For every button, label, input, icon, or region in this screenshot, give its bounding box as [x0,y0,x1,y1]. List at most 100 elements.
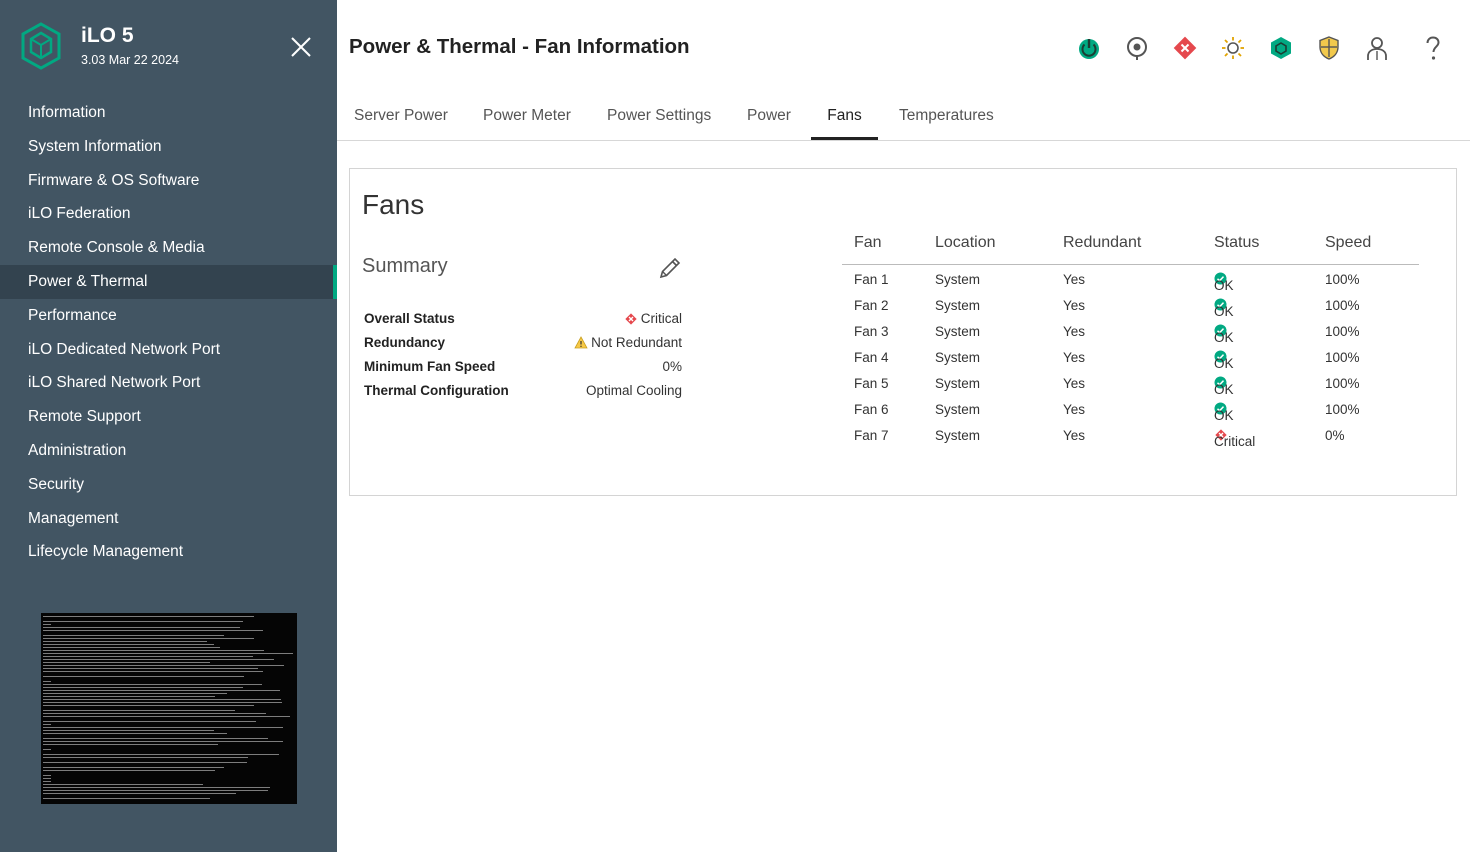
sidebar-nav: Information System Information Firmware … [0,96,337,569]
console-text-line [43,784,203,785]
page-title: Power & Thermal - Fan Information [349,35,690,58]
user-icon[interactable] [1362,33,1392,63]
sidebar-item-firmware-os-software[interactable]: Firmware & OS Software [0,164,337,198]
table-row: Fan 7 System Yes Critical 0% [842,422,1419,449]
console-text-line [43,676,244,677]
fan-status: OK [1214,402,1234,423]
sidebar-item-management[interactable]: Management [0,502,337,536]
security-shield-icon[interactable] [1314,33,1344,63]
sidebar: iLO 5 3.03 Mar 22 2024 Information Syste… [0,0,337,852]
fan-status: Critical [1214,428,1255,449]
console-text-line [43,724,51,725]
console-text-line [43,705,254,706]
table-row: Fan 3 System Yes OK 100% [842,318,1419,345]
tab-fans[interactable]: Fans [811,96,878,140]
remote-console-thumbnail[interactable] [41,613,297,804]
fan-speed: 0% [1325,428,1345,443]
fan-name: Fan 3 [854,324,889,339]
critical-icon [625,312,637,325]
table-row: Fan 1 System Yes OK 100% [842,266,1419,293]
fan-name: Fan 1 [854,272,889,287]
console-text-line [43,754,279,755]
summary-label: Thermal Configuration [364,383,509,398]
fan-status-text: OK [1214,382,1234,397]
fan-name: Fan 6 [854,402,889,417]
fan-location: System [935,272,981,287]
console-text-line [43,762,247,763]
column-header-location[interactable]: Location [935,234,996,252]
console-text-line [43,699,281,700]
tab-power[interactable]: Power [747,96,791,140]
table-row: Fan 6 System Yes OK 100% [842,396,1419,423]
table-row: Fan 4 System Yes OK 100% [842,344,1419,371]
fan-location: System [935,376,981,391]
console-text-line [43,721,256,722]
fan-table-header: Fan Location Redundant Status Speed [842,227,1419,265]
fan-speed: 100% [1325,272,1360,287]
table-row: Fan 5 System Yes OK 100% [842,370,1419,397]
help-icon[interactable] [1418,33,1448,63]
sidebar-item-information[interactable]: Information [0,96,337,130]
sidebar-item-remote-console-media[interactable]: Remote Console & Media [0,231,337,265]
sidebar-item-ilo-federation[interactable]: iLO Federation [0,197,337,231]
fan-redundant: Yes [1063,376,1086,391]
health-critical-icon[interactable] [1170,33,1200,63]
console-text-line [43,727,283,728]
uid-light-icon[interactable] [1218,33,1248,63]
console-text-line [43,690,280,691]
tab-power-settings[interactable]: Power Settings [607,96,711,140]
fan-status-text: OK [1214,278,1234,293]
fan-redundant: Yes [1063,272,1086,287]
summary-value: 0% [662,359,682,374]
sidebar-item-remote-support[interactable]: Remote Support [0,400,337,434]
sidebar-item-power-thermal[interactable]: Power & Thermal [0,264,337,299]
sidebar-item-lifecycle-management[interactable]: Lifecycle Management [0,535,337,569]
column-header-speed[interactable]: Speed [1325,234,1371,252]
console-text-line [43,787,270,788]
table-row: Fan 2 System Yes OK 100% [842,292,1419,319]
column-header-status[interactable]: Status [1214,234,1259,252]
console-text-line [43,733,227,734]
console-text-line [43,647,220,648]
summary-value: Optimal Cooling [585,383,682,398]
fan-status-text: OK [1214,330,1234,345]
fan-speed: 100% [1325,350,1360,365]
console-text-line [43,767,224,768]
column-header-fan[interactable]: Fan [854,234,882,252]
sidebar-item-ilo-dedicated-network-port[interactable]: iLO Dedicated Network Port [0,333,337,367]
tab-server-power[interactable]: Server Power [354,96,448,140]
summary-row-overall-status: Overall Status Critical [364,308,682,332]
fan-status: OK [1214,350,1234,371]
sidebar-item-performance[interactable]: Performance [0,299,337,333]
fan-redundant: Yes [1063,402,1086,417]
console-text-line [43,635,224,636]
summary-label: Minimum Fan Speed [364,359,496,374]
sidebar-item-security[interactable]: Security [0,468,337,502]
edit-pencil-icon[interactable] [657,255,683,281]
fan-redundant: Yes [1063,428,1086,443]
sidebar-item-ilo-shared-network-port[interactable]: iLO Shared Network Port [0,366,337,400]
tab-power-meter[interactable]: Power Meter [483,96,571,140]
column-header-redundant[interactable]: Redundant [1063,234,1141,252]
fan-status-text: OK [1214,356,1234,371]
summary-row-minimum-fan-speed: Minimum Fan Speed 0% [364,356,682,380]
console-text-line [43,687,243,688]
ilo-status-icon[interactable] [1266,33,1296,63]
console-text-line [43,716,290,717]
fan-status: OK [1214,324,1234,345]
console-text-line [43,710,235,711]
power-icon[interactable] [1074,33,1104,63]
fan-status-text: OK [1214,408,1234,423]
console-text-line [43,744,218,745]
location-icon[interactable] [1122,33,1152,63]
console-text-line [43,659,274,660]
tab-temperatures[interactable]: Temperatures [899,96,994,140]
panel-title: Fans [362,189,425,220]
sidebar-item-administration[interactable]: Administration [0,434,337,468]
sidebar-item-system-information[interactable]: System Information [0,130,337,164]
fan-status-text: OK [1214,304,1234,319]
console-text-line [43,741,283,742]
close-icon[interactable] [289,35,313,59]
summary-row-redundancy: Redundancy Not Redundant [364,332,682,356]
console-text-line [43,630,263,631]
